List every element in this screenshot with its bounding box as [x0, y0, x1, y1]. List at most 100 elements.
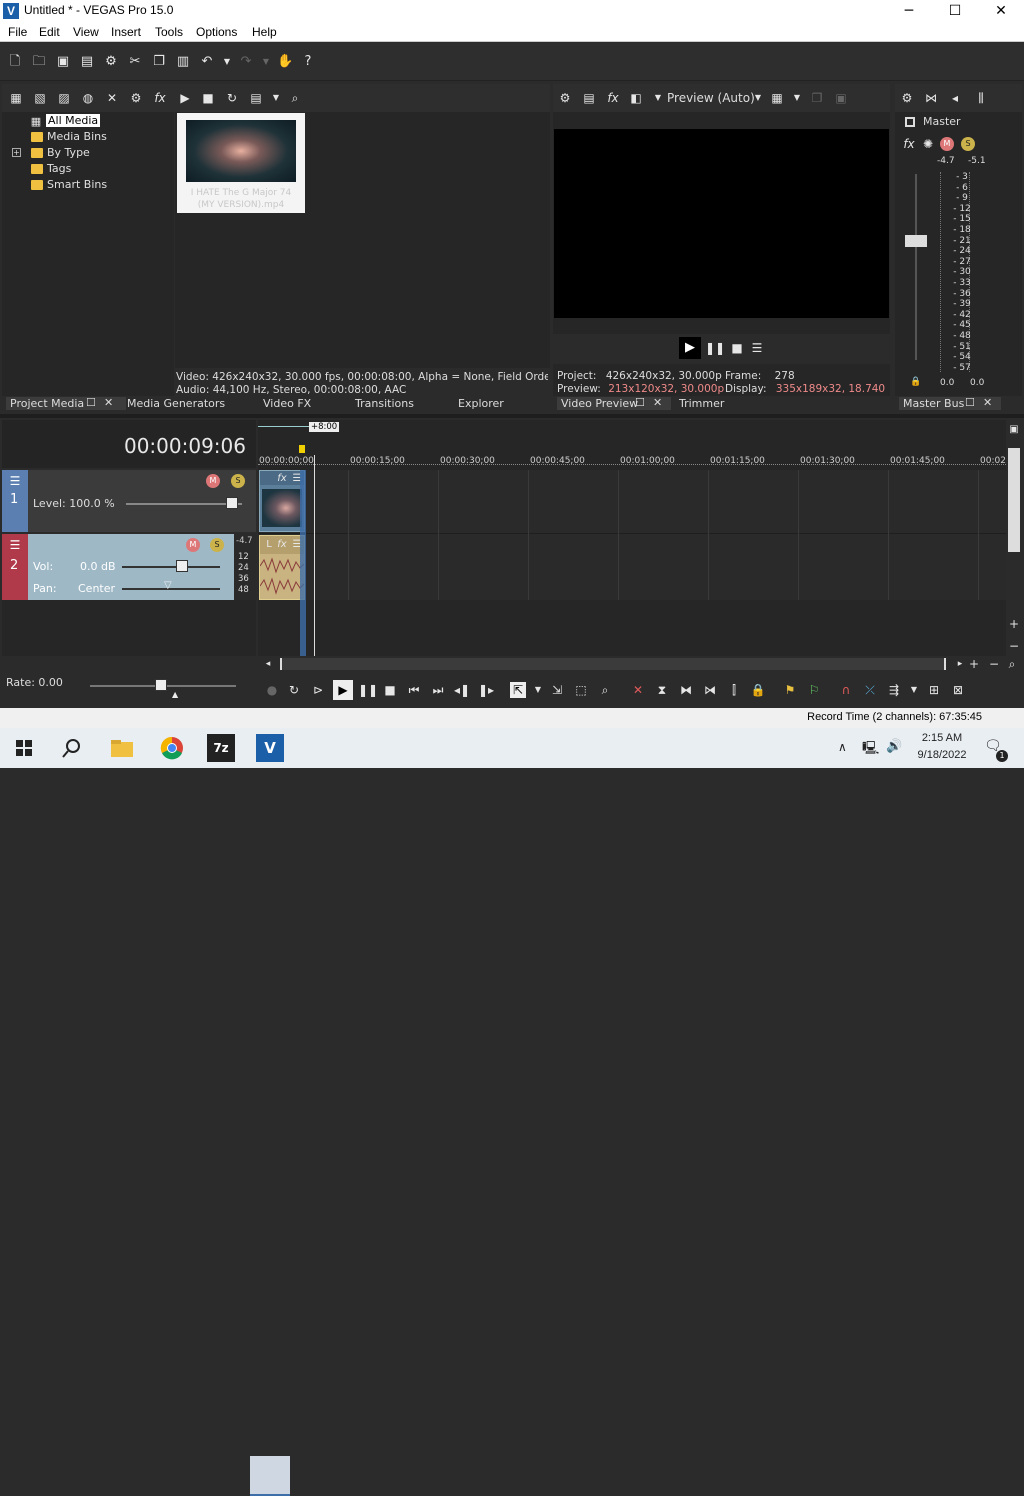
track-2-mute-icon[interactable]: M: [186, 538, 200, 552]
lock-events-icon[interactable]: 🔒: [750, 682, 766, 698]
tab-trimmer[interactable]: Trimmer: [679, 397, 724, 410]
cut-icon[interactable]: ✂: [127, 54, 143, 70]
whats-this-help-icon[interactable]: ?: [300, 54, 316, 70]
close-tab-icon[interactable]: ✕: [983, 396, 992, 409]
maximize-button[interactable]: ☐: [932, 0, 978, 22]
previous-frame-icon[interactable]: ◂❚: [454, 682, 470, 698]
rate-slider-handle[interactable]: [155, 679, 167, 691]
search-icon[interactable]: [58, 734, 86, 762]
file-explorer-icon[interactable]: [108, 734, 136, 762]
master-fader-handle[interactable]: [905, 235, 927, 247]
auto-ripple-icon[interactable]: ⇶: [886, 682, 902, 698]
empty-track-space[interactable]: [258, 600, 1006, 656]
close-button[interactable]: ✕: [978, 0, 1024, 22]
auto-ripple-chevron-icon[interactable]: ▼: [906, 682, 922, 698]
go-to-end-icon[interactable]: ⏭: [430, 682, 446, 698]
taskbar-date[interactable]: 9/18/2022: [906, 749, 978, 761]
preview-quality-select[interactable]: Preview (Auto): [667, 91, 755, 105]
preview-stop-button[interactable]: ■: [729, 340, 745, 356]
save-icon[interactable]: ▣: [55, 54, 71, 70]
zoom-edit-tool-icon[interactable]: ⌕: [597, 682, 613, 698]
split-icon[interactable]: ⫿: [726, 682, 742, 698]
menu-options[interactable]: Options: [196, 25, 237, 39]
tab-media-generators[interactable]: Media Generators: [127, 397, 225, 410]
import-media-icon[interactable]: ▦: [8, 90, 24, 106]
snapping-magnet-icon[interactable]: ∩: [838, 682, 854, 698]
delete-icon[interactable]: ✕: [630, 682, 646, 698]
undo-history-chevron-icon[interactable]: ▼: [219, 54, 235, 70]
selection-edit-tool-icon[interactable]: ⇲: [549, 682, 565, 698]
copy-icon[interactable]: ❐: [151, 54, 167, 70]
mixer-faders-icon[interactable]: ⫼: [973, 90, 989, 106]
video-clip[interactable]: fx ☰: [259, 470, 305, 532]
normal-edit-tool-icon[interactable]: ⇱: [510, 682, 526, 698]
tree-item-by-type[interactable]: By Type: [47, 146, 90, 159]
auto-preview-icon[interactable]: ↻: [224, 90, 240, 106]
go-to-start-icon[interactable]: ⏮: [406, 682, 422, 698]
stop-button[interactable]: ■: [382, 682, 398, 698]
chrome-icon[interactable]: [158, 734, 186, 762]
preview-quality-chevron-icon[interactable]: ▼: [750, 90, 766, 106]
trim-icon[interactable]: ⧗: [654, 682, 670, 698]
lock-envelopes-icon[interactable]: ⊞: [926, 682, 942, 698]
scroll-left-icon[interactable]: ◂: [260, 656, 276, 672]
track-2-pan-handle[interactable]: ▽: [164, 580, 172, 591]
master-settings-gear-icon[interactable]: ⚙: [899, 90, 915, 106]
remove-unused-icon[interactable]: ◍: [80, 90, 96, 106]
tree-item-all-media[interactable]: All Media: [46, 114, 101, 127]
master-solo-icon[interactable]: S: [961, 137, 975, 151]
expand-by-type-icon[interactable]: +: [12, 148, 21, 157]
track-2-header[interactable]: ☰ 2 M S Vol: 0.0 dB Pan: Center ▽ -4.7 1…: [2, 534, 256, 600]
media-thumbnail[interactable]: I HATE The G Major 74 (MY VERSION).mp4: [177, 113, 305, 213]
master-select-icon[interactable]: [905, 117, 915, 127]
vertical-scrollbar[interactable]: ▣ + −: [1006, 420, 1022, 656]
enable-snapping-icon[interactable]: ✋: [277, 54, 293, 70]
paste-icon[interactable]: ▥: [175, 54, 191, 70]
master-fx-icon[interactable]: fx: [901, 136, 917, 152]
vegas-taskbar-active[interactable]: [250, 1456, 290, 1496]
tab-master-bus[interactable]: Master Bus ☐ ✕: [899, 396, 1001, 410]
7zip-icon[interactable]: 7z: [207, 734, 235, 762]
external-monitor-icon[interactable]: ▤: [581, 90, 597, 106]
dim-output-icon[interactable]: ◂: [947, 90, 963, 106]
track-1-level-slider-handle[interactable]: [226, 497, 238, 509]
tab-video-fx[interactable]: Video FX: [263, 397, 311, 410]
overlays-chevron-icon[interactable]: ▼: [789, 90, 805, 106]
menu-help[interactable]: Help: [252, 25, 277, 39]
track-2-menu-icon[interactable]: ☰: [7, 537, 23, 553]
downmix-icon[interactable]: ⋈: [923, 90, 939, 106]
zoom-out-vertical-icon[interactable]: −: [1006, 638, 1022, 654]
pause-button[interactable]: ❚❚: [358, 682, 378, 698]
preview-pause-button[interactable]: ❚❚: [705, 340, 725, 356]
track-1-solo-icon[interactable]: S: [231, 474, 245, 488]
remove-media-icon[interactable]: ✕: [104, 90, 120, 106]
search-media-icon[interactable]: ⌕: [287, 90, 303, 106]
horizontal-scrollbar[interactable]: ◂ ▸ + − ⌕: [258, 656, 1022, 672]
preview-menu-icon[interactable]: ☰: [749, 340, 765, 356]
open-folder-icon[interactable]: 🗀: [31, 54, 47, 70]
lock-icon[interactable]: 🔒: [908, 374, 924, 390]
track-list-empty[interactable]: [2, 600, 256, 656]
insert-region-icon[interactable]: ⚐: [806, 682, 822, 698]
playhead-cursor[interactable]: [314, 455, 315, 656]
network-icon[interactable]: 🖳: [862, 739, 879, 761]
undo-icon[interactable]: ↶: [199, 54, 215, 70]
render-as-icon[interactable]: ▤: [79, 54, 95, 70]
tab-video-preview[interactable]: Video Preview ☐ ✕: [557, 396, 671, 410]
close-tab-icon[interactable]: ✕: [653, 396, 662, 409]
tracks-area[interactable]: [258, 470, 1006, 600]
undock-icon[interactable]: ☐: [86, 396, 96, 409]
zoom-in-vertical-icon[interactable]: +: [1006, 616, 1022, 632]
new-file-icon[interactable]: 🗋: [7, 54, 23, 70]
taskbar-time[interactable]: 2:15 AM: [912, 732, 972, 744]
master-mute-icon[interactable]: M: [940, 137, 954, 151]
zoom-out-horizontal-icon[interactable]: −: [986, 656, 1002, 672]
next-frame-icon[interactable]: ❚▸: [478, 682, 494, 698]
cursor-marker[interactable]: [299, 445, 305, 453]
get-media-icon[interactable]: ▨: [56, 90, 72, 106]
insert-marker-icon[interactable]: ⚑: [782, 682, 798, 698]
menu-edit[interactable]: Edit: [39, 25, 60, 39]
menu-insert[interactable]: Insert: [111, 25, 141, 39]
tree-item-media-bins[interactable]: Media Bins: [47, 130, 107, 143]
track-2-solo-icon[interactable]: S: [210, 538, 224, 552]
